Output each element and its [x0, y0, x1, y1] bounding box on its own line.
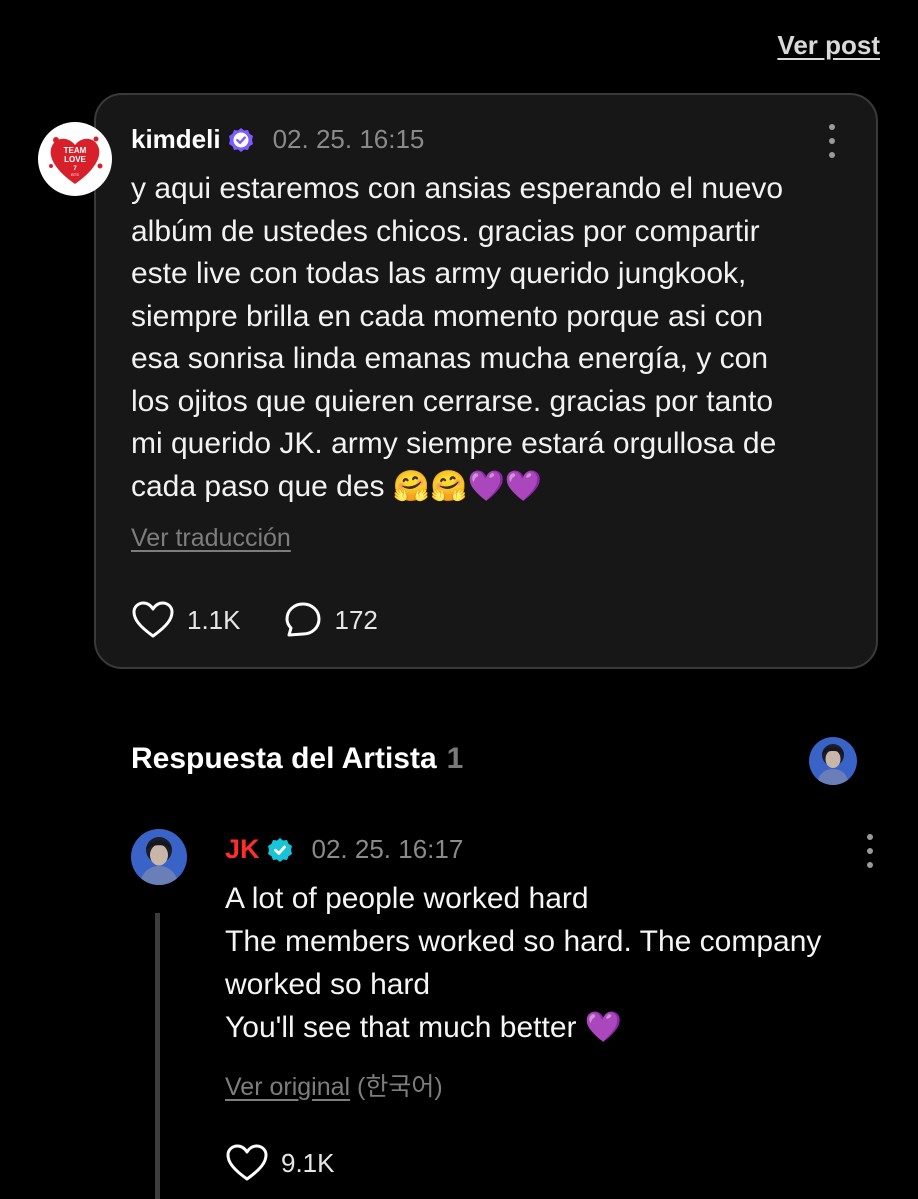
- artist-photo: [131, 829, 187, 885]
- artist-username[interactable]: JK: [225, 834, 260, 865]
- view-post-link[interactable]: Ver post: [777, 30, 880, 61]
- artist-photo-small: [809, 737, 857, 785]
- heart-outline-icon: [132, 601, 174, 638]
- artist-avatar-small[interactable]: [809, 737, 857, 785]
- reply-header: JK 02. 25. 16:17: [225, 834, 463, 865]
- post-more-options-icon[interactable]: [828, 124, 836, 158]
- reply-line: You'll see that much better 💜: [225, 1011, 623, 1044]
- logo-text-1: TEAM: [64, 146, 87, 155]
- reply-body-text: A lot of people worked hard The members …: [225, 877, 875, 1049]
- post-actions: 1.1K 172: [131, 600, 378, 640]
- reply-line: A lot of people worked hard: [225, 882, 589, 915]
- logo-text-2: LOVE: [64, 155, 86, 164]
- view-original-link[interactable]: Ver original: [225, 1073, 350, 1101]
- verified-badge-icon: [228, 127, 253, 152]
- view-translation-link[interactable]: Ver traducción: [131, 524, 291, 553]
- fan-username[interactable]: kimdeli: [131, 124, 221, 155]
- verified-check-icon: [267, 837, 292, 862]
- reply-line: worked so hard: [225, 968, 431, 1001]
- reply-thread-line: [155, 913, 160, 1199]
- fan-avatar[interactable]: TEAM LOVE 7 BTS: [38, 122, 112, 196]
- reply-more-options-icon[interactable]: [866, 834, 874, 868]
- reply-timestamp: 02. 25. 16:17: [311, 834, 464, 864]
- post-like-count: 1.1K: [187, 604, 241, 635]
- post-comment-button[interactable]: 172: [283, 600, 378, 640]
- artist-avatar[interactable]: [131, 829, 187, 885]
- post-body-text: y aqui estaremos con ansias esperando el…: [131, 172, 784, 503]
- post-header: kimdeli 02. 25. 16:15: [131, 124, 424, 155]
- team-love-logo: TEAM LOVE 7 BTS: [49, 136, 103, 184]
- artist-response-heading: Respuesta del Artista 1: [131, 742, 463, 776]
- reply-line: The members worked so hard. The company: [225, 925, 822, 958]
- post-like-button[interactable]: 1.1K: [131, 600, 241, 640]
- reply-like-count: 9.1K: [281, 1147, 335, 1178]
- logo-text-4: BTS: [71, 172, 79, 177]
- reply-actions: 9.1K: [225, 1143, 335, 1183]
- artist-response-count: 1: [446, 742, 464, 775]
- artist-response-title: Respuesta del Artista: [131, 742, 437, 775]
- heart-outline-icon: [226, 1144, 268, 1181]
- original-language: (한국어): [357, 1073, 443, 1101]
- post-timestamp: 02. 25. 16:15: [272, 124, 425, 154]
- view-original-row: Ver original (한국어): [225, 1067, 443, 1103]
- speech-bubble-icon: [285, 602, 320, 637]
- page: Ver post TEAM LOVE 7 BTS kimdeli 02. 25.…: [0, 0, 918, 1199]
- reply-like-button[interactable]: 9.1K: [225, 1143, 335, 1183]
- post-comment-count: 172: [334, 604, 378, 635]
